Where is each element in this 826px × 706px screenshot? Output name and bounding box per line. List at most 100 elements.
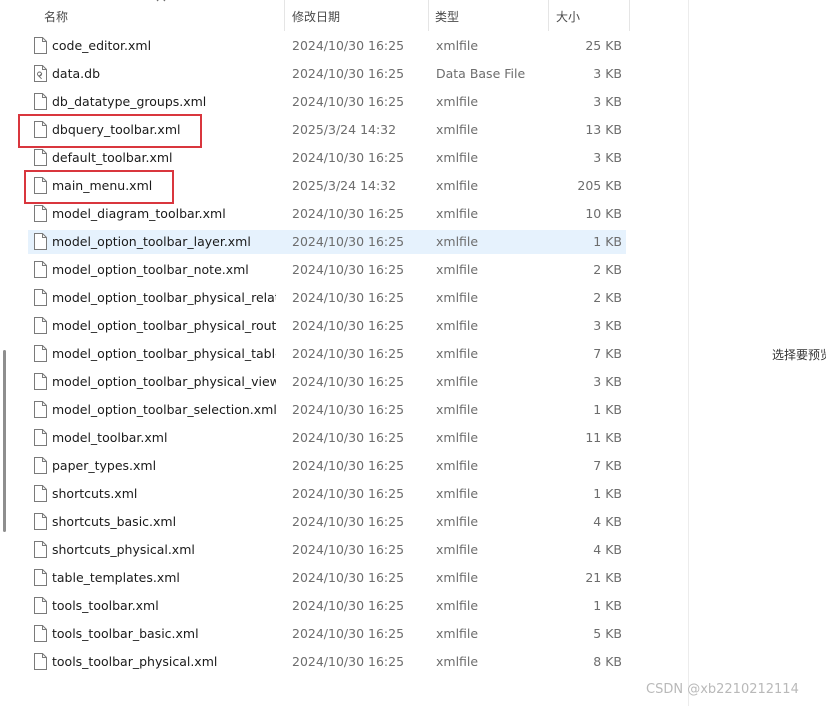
file-modified-date: 2024/10/30 16:25	[292, 542, 405, 557]
preview-pane-divider[interactable]	[688, 0, 689, 706]
file-name: model_diagram_toolbar.xml	[52, 206, 226, 221]
file-name: model_option_toolbar_physical_relati...	[52, 290, 276, 305]
database-file-icon	[34, 65, 47, 82]
watermark: CSDN @xb2210212114	[646, 682, 799, 697]
file-modified-date: 2024/10/30 16:25	[292, 402, 405, 417]
file-modified-date: 2025/3/24 14:32	[292, 122, 397, 137]
file-row[interactable]: shortcuts_physical.xml 2024/10/30 16:25 xm…	[28, 538, 626, 562]
file-icon	[34, 457, 47, 474]
file-size: 3 KB	[593, 66, 622, 81]
column-divider[interactable]	[284, 0, 285, 31]
file-row[interactable]: model_option_toolbar_selection.xml 2024/1…	[28, 398, 626, 422]
file-row[interactable]: model_diagram_toolbar.xml 2024/10/30 16:2…	[28, 202, 626, 226]
file-type: xmlfile	[436, 234, 479, 249]
file-modified-date: 2025/3/24 14:32	[292, 178, 397, 193]
scrollbar-thumb[interactable]	[3, 350, 6, 532]
file-icon	[34, 205, 47, 222]
file-modified-date: 2024/10/30 16:25	[292, 430, 405, 445]
file-modified-date: 2024/10/30 16:25	[292, 374, 405, 389]
file-size: 7 KB	[593, 346, 622, 361]
file-name: model_option_toolbar_physical_routi...	[52, 318, 276, 333]
column-header-row: 名称 修改日期 类型 大小	[0, 0, 688, 32]
file-row[interactable]: model_toolbar.xml 2024/10/30 16:25 xmlfile…	[28, 426, 626, 450]
file-name: model_option_toolbar_physical_view....	[52, 374, 276, 389]
file-size: 11 KB	[585, 430, 622, 445]
file-row[interactable]: model_option_toolbar_note.xml 2024/10/30 …	[28, 258, 626, 282]
file-name: paper_types.xml	[52, 458, 157, 473]
file-icon	[34, 429, 47, 446]
file-row[interactable]: model_option_toolbar_physical_table.... 2…	[28, 342, 626, 366]
file-type: xmlfile	[436, 38, 479, 53]
file-size: 8 KB	[593, 654, 622, 669]
preview-pane-hint: 选择要预览	[772, 348, 826, 362]
file-row[interactable]: model_option_toolbar_physical_routi... 20…	[28, 314, 626, 338]
file-name: table_templates.xml	[52, 570, 180, 585]
file-size: 2 KB	[593, 262, 622, 277]
file-type: xmlfile	[436, 178, 479, 193]
column-divider[interactable]	[548, 0, 549, 31]
column-divider[interactable]	[629, 0, 630, 31]
file-type: xmlfile	[436, 290, 479, 305]
file-icon	[34, 653, 47, 670]
file-row[interactable]: table_templates.xml 2024/10/30 16:25 xmlfi…	[28, 566, 626, 590]
file-size: 3 KB	[593, 318, 622, 333]
file-row[interactable]: default_toolbar.xml 2024/10/30 16:25 xmlfi…	[28, 146, 626, 170]
file-type: xmlfile	[436, 346, 479, 361]
file-icon	[34, 289, 47, 306]
file-type: xmlfile	[436, 402, 479, 417]
file-type: xmlfile	[436, 206, 479, 221]
file-icon	[34, 485, 47, 502]
column-header-size[interactable]: 大小	[556, 0, 580, 32]
file-size: 25 KB	[585, 38, 622, 53]
file-name: model_toolbar.xml	[52, 430, 168, 445]
file-row[interactable]: paper_types.xml 2024/10/30 16:25 xmlfile 7 …	[28, 454, 626, 478]
file-icon	[34, 541, 47, 558]
file-size: 5 KB	[593, 626, 622, 641]
file-modified-date: 2024/10/30 16:25	[292, 150, 405, 165]
file-size: 10 KB	[585, 206, 622, 221]
file-row[interactable]: shortcuts_basic.xml 2024/10/30 16:25 xmlfi…	[28, 510, 626, 534]
column-header-type[interactable]: 类型	[435, 0, 459, 32]
file-name: shortcuts_basic.xml	[52, 514, 177, 529]
file-name: data.db	[52, 66, 100, 81]
file-row[interactable]: model_option_toolbar_physical_relati... 2…	[28, 286, 626, 310]
file-row[interactable]: data.db 2024/10/30 16:25 Data Base File 3 K…	[28, 62, 626, 86]
file-row[interactable]: db_datatype_groups.xml 2024/10/30 16:25 xm…	[28, 90, 626, 114]
file-name: tools_toolbar_basic.xml	[52, 626, 199, 641]
column-divider[interactable]	[428, 0, 429, 31]
column-header-name[interactable]: 名称	[44, 0, 68, 32]
file-row[interactable]: shortcuts.xml 2024/10/30 16:25 xmlfile 1 KB	[28, 482, 626, 506]
file-type: xmlfile	[436, 514, 479, 529]
file-name: model_option_toolbar_note.xml	[52, 262, 249, 277]
file-row[interactable]: model_option_toolbar_physical_view.... 20…	[28, 370, 626, 394]
file-modified-date: 2024/10/30 16:25	[292, 598, 405, 613]
file-icon	[34, 625, 47, 642]
file-icon	[34, 345, 47, 362]
file-modified-date: 2024/10/30 16:25	[292, 514, 405, 529]
file-name: shortcuts.xml	[52, 486, 138, 501]
file-type: xmlfile	[436, 94, 479, 109]
file-size: 1 KB	[593, 486, 622, 501]
file-size: 3 KB	[593, 94, 622, 109]
column-header-date[interactable]: 修改日期	[292, 0, 340, 32]
file-row[interactable]: tools_toolbar.xml 2024/10/30 16:25 xmlfile…	[28, 594, 626, 618]
file-modified-date: 2024/10/30 16:25	[292, 38, 405, 53]
file-type: xmlfile	[436, 458, 479, 473]
file-name: model_option_toolbar_physical_table....	[52, 346, 276, 361]
file-size: 3 KB	[593, 150, 622, 165]
file-type: xmlfile	[436, 262, 479, 277]
file-name: model_option_toolbar_layer.xml	[52, 234, 251, 249]
file-modified-date: 2024/10/30 16:25	[292, 346, 405, 361]
file-row[interactable]: tools_toolbar_physical.xml 2024/10/30 16:…	[28, 650, 626, 674]
file-modified-date: 2024/10/30 16:25	[292, 262, 405, 277]
file-modified-date: 2024/10/30 16:25	[292, 570, 405, 585]
file-modified-date: 2024/10/30 16:25	[292, 94, 405, 109]
file-size: 7 KB	[593, 458, 622, 473]
file-type: xmlfile	[436, 570, 479, 585]
file-size: 1 KB	[593, 402, 622, 417]
file-row[interactable]: tools_toolbar_basic.xml 2024/10/30 16:25 x…	[28, 622, 626, 646]
file-icon	[34, 597, 47, 614]
file-row[interactable]: code_editor.xml 2024/10/30 16:25 xmlfile 25…	[28, 34, 626, 58]
file-type: xmlfile	[436, 598, 479, 613]
file-row[interactable]: model_option_toolbar_layer.xml 2024/10/30…	[28, 230, 626, 254]
